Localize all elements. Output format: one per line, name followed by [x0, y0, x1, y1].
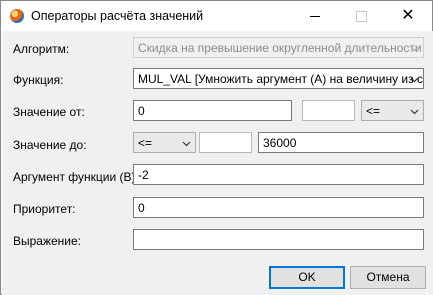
algorithm-value: Скидка на превышение округленной длитель…	[138, 41, 422, 55]
value-to-operator: <=	[138, 136, 153, 150]
close-icon: ✕	[401, 7, 415, 24]
close-button[interactable]: ✕	[385, 1, 431, 31]
value-to-operator-select[interactable]: <=	[133, 132, 196, 153]
cancel-button[interactable]: Отмена	[350, 266, 426, 289]
value-to-extra-input[interactable]	[199, 132, 252, 153]
maximize-button	[339, 1, 385, 31]
arg-b-input[interactable]: -2	[133, 164, 424, 185]
title-bar[interactable]: Операторы расчёта значений ✕	[1, 1, 432, 31]
priority-input[interactable]: 0	[133, 197, 424, 218]
function-select[interactable]: MUL_VAL [Умножить аргумент (A) на величи…	[133, 68, 424, 89]
window-title: Операторы расчёта значений	[31, 9, 204, 23]
value-from-extra-input[interactable]	[302, 100, 355, 121]
function-value: MUL_VAL [Умножить аргумент (A) на величи…	[138, 72, 424, 86]
value-from-input[interactable]: 0	[133, 100, 292, 121]
dialog-footer: OK Отмена	[2, 257, 433, 295]
expression-label: Выражение:	[13, 234, 82, 248]
chevron-down-icon	[410, 46, 419, 52]
expression-input[interactable]	[133, 229, 424, 250]
function-label: Функция:	[13, 73, 64, 87]
value-to-input[interactable]: 36000	[258, 132, 424, 153]
value-from-operator-select[interactable]: <=	[361, 100, 424, 121]
chevron-down-icon	[182, 141, 191, 147]
ok-button[interactable]: OK	[269, 266, 345, 289]
algorithm-label: Алгоритм:	[13, 42, 70, 56]
value-from-operator: <=	[366, 104, 381, 118]
priority-label: Приоритет:	[13, 202, 76, 216]
minimize-button[interactable]	[293, 1, 339, 31]
chevron-down-icon	[410, 77, 419, 83]
minimize-icon	[310, 16, 320, 17]
app-icon	[10, 9, 24, 23]
value-from-label: Значение от:	[13, 105, 85, 119]
maximize-icon	[356, 11, 367, 22]
form-area: Алгоритм: Скидка на превышение округленн…	[2, 31, 433, 257]
value-to-label: Значение до:	[13, 138, 87, 152]
algorithm-select: Скидка на превышение округленной длитель…	[133, 37, 424, 58]
dialog-window: Операторы расчёта значений ✕ Алгоритм: С…	[0, 0, 433, 295]
chevron-down-icon	[410, 109, 419, 115]
arg-b-label: Аргумент функции (B):	[13, 170, 139, 184]
